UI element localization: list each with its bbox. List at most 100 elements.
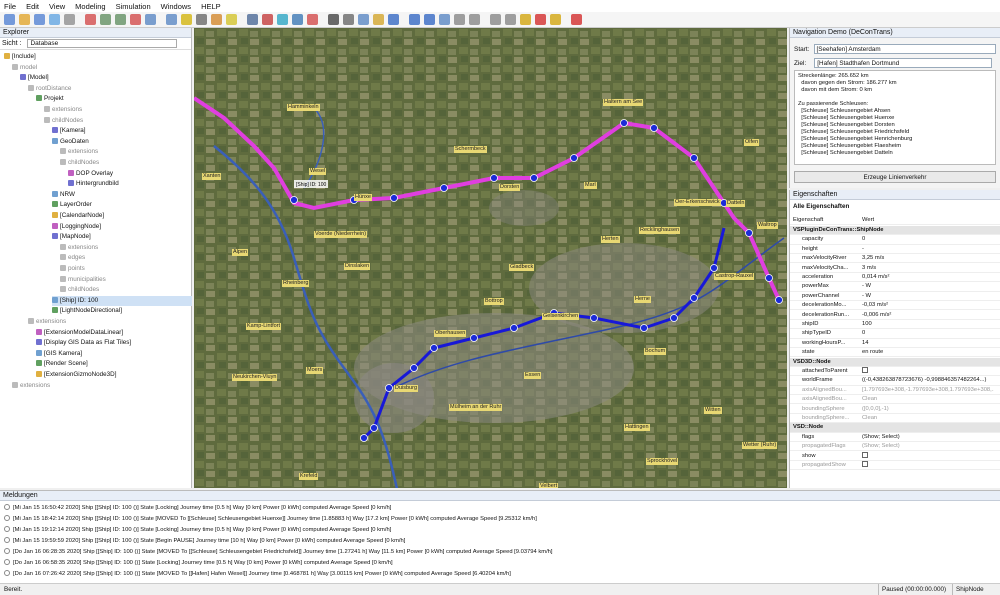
property-row[interactable]: height -	[790, 245, 1000, 254]
view-select[interactable]: Database	[27, 39, 178, 48]
lock-marker-icon[interactable]	[710, 264, 718, 272]
lock-marker-icon[interactable]	[570, 154, 578, 162]
property-row[interactable]: maxVelocityRiver 3,25 m/s	[790, 254, 1000, 264]
toolbar-tool-icon[interactable]	[550, 14, 561, 25]
toolbar-tool-icon[interactable]	[490, 14, 501, 25]
property-row[interactable]: state en route	[790, 348, 1000, 358]
property-row[interactable]: show	[790, 451, 1000, 461]
property-value[interactable]: -	[862, 245, 994, 254]
property-value[interactable]: Clean	[862, 395, 994, 404]
property-value[interactable]: - W	[862, 282, 994, 291]
tree-node[interactable]: NRW	[52, 190, 192, 200]
menu-item-view[interactable]: View	[49, 2, 65, 11]
property-value[interactable]: 0,014 m/s²	[862, 273, 994, 282]
properties-filter[interactable]: Alle Eigenschaften	[793, 203, 849, 210]
toolbar-tool-icon[interactable]	[196, 14, 207, 25]
toolbar-tool-icon[interactable]	[328, 14, 339, 25]
property-row[interactable]: shipTypeID 0	[790, 329, 1000, 339]
toolbar-tool-icon[interactable]	[520, 14, 531, 25]
tree-node[interactable]: extensions	[12, 381, 192, 391]
lock-marker-icon[interactable]	[775, 296, 783, 304]
tree-node[interactable]: [Model]	[20, 73, 192, 83]
property-row[interactable]: acceleration 0,014 m/s²	[790, 273, 1000, 283]
property-row[interactable]: decelerationRun... -0,006 m/s²	[790, 311, 1000, 320]
tree-node[interactable]: [ExtensionGizmoNode3D]	[36, 370, 192, 380]
toolbar-tool-icon[interactable]	[343, 14, 354, 25]
toolbar-tool-icon[interactable]	[388, 14, 399, 25]
lock-marker-icon[interactable]	[360, 434, 368, 442]
tree-node[interactable]: municipalities	[60, 275, 192, 285]
lock-marker-icon[interactable]	[745, 229, 753, 237]
tree-node[interactable]: [Kamera]	[52, 126, 192, 136]
tree-node[interactable]: [LightNodeDirectional]	[52, 306, 192, 316]
lock-marker-icon[interactable]	[430, 344, 438, 352]
toolbar-tool-icon[interactable]	[277, 14, 288, 25]
property-section[interactable]: VSPluginDeConTrans::ShipNode	[790, 226, 1000, 236]
toolbar-tool-icon[interactable]	[505, 14, 516, 25]
tree-node[interactable]: childNodes	[60, 285, 192, 295]
tree-node[interactable]: [Ship] ID: 100	[52, 295, 192, 306]
lock-marker-icon[interactable]	[470, 334, 478, 342]
ziel-select[interactable]: [Hafen] Stadthafen Dortmund	[814, 58, 993, 68]
lock-marker-icon[interactable]	[510, 324, 518, 332]
property-value[interactable]: -0,03 m/s²	[862, 301, 994, 310]
tree-node[interactable]: model	[12, 63, 192, 73]
lock-marker-icon[interactable]	[690, 294, 698, 302]
property-value[interactable]: (Show; Select)	[862, 433, 994, 442]
property-value[interactable]: -0,006 m/s²	[862, 311, 994, 320]
menu-item-help[interactable]: HELP	[201, 2, 221, 11]
toolbar-tool-icon[interactable]	[439, 14, 450, 25]
lock-marker-icon[interactable]	[385, 384, 393, 392]
property-checkbox[interactable]	[862, 451, 868, 458]
property-row[interactable]: shipID 100	[790, 320, 1000, 330]
toolbar-tool-icon[interactable]	[292, 14, 303, 25]
lock-marker-icon[interactable]	[590, 314, 598, 322]
property-value[interactable]: 3 m/s	[862, 264, 994, 273]
lock-marker-icon[interactable]	[530, 174, 538, 182]
property-row[interactable]: propagatedShow	[790, 461, 1000, 471]
property-row[interactable]: flags (Show; Select)	[790, 433, 1000, 442]
property-row[interactable]: decelerationMo... -0,03 m/s²	[790, 301, 1000, 311]
property-value[interactable]: - W	[862, 292, 994, 301]
toolbar-tool-icon[interactable]	[115, 14, 126, 25]
toolbar-tool-icon[interactable]	[100, 14, 111, 25]
lock-marker-icon[interactable]	[640, 324, 648, 332]
property-value[interactable]: 3,25 m/s	[862, 254, 994, 263]
menu-item-simulation[interactable]: Simulation	[116, 2, 151, 11]
toolbar-tool-icon[interactable]	[130, 14, 141, 25]
property-value[interactable]	[862, 367, 994, 376]
tree-node[interactable]: [MapNode]	[52, 232, 192, 242]
map-view[interactable]: [Ship] ID: 100 Hamminkeln Haltern am See O…	[194, 28, 787, 488]
property-value[interactable]: ((-0,438263878723676) -0,998846357482264…	[862, 376, 994, 385]
property-row[interactable]: attachedToParent	[790, 367, 1000, 377]
menu-item-modeling[interactable]: Modeling	[75, 2, 105, 11]
lock-marker-icon[interactable]	[690, 154, 698, 162]
toolbar-tool-icon[interactable]	[34, 14, 45, 25]
menu-item-file[interactable]: File	[4, 2, 16, 11]
property-row[interactable]: propagatedFlags (Show; Select)	[790, 442, 1000, 452]
toolbar-tool-icon[interactable]	[181, 14, 192, 25]
tree-node[interactable]: extensions	[60, 147, 192, 157]
create-line-button[interactable]: Erzeuge Linienverkehr	[794, 171, 996, 183]
tree-node[interactable]: GeoDaten	[52, 137, 192, 147]
tree-node[interactable]: childNodes	[44, 116, 192, 126]
tree-node[interactable]: Hintergrundbild	[68, 179, 192, 189]
toolbar-tool-icon[interactable]	[211, 14, 222, 25]
property-row[interactable]: axisAlignedBou... [1.797693e+308,-1.79769…	[790, 386, 1000, 395]
tree-node[interactable]: [LoggingNode]	[52, 222, 192, 232]
property-section[interactable]: VSD3D::Node	[790, 357, 1000, 367]
start-select[interactable]: [Seehafen] Amsterdam	[813, 44, 996, 54]
lock-marker-icon[interactable]	[670, 314, 678, 322]
toolbar-tool-icon[interactable]	[19, 14, 30, 25]
lock-marker-icon[interactable]	[650, 124, 658, 132]
tree-node[interactable]: childNodes	[60, 158, 192, 168]
lock-marker-icon[interactable]	[620, 119, 628, 127]
property-value[interactable]: 100	[862, 320, 994, 329]
tree-node[interactable]: [Render Scene]	[36, 359, 192, 369]
lock-marker-icon[interactable]	[440, 184, 448, 192]
tree-node[interactable]: extensions	[44, 105, 192, 115]
tree-node[interactable]: [ExtensionModelDataLinear]	[36, 328, 192, 338]
property-value[interactable]: en route	[862, 348, 994, 357]
toolbar-tool-icon[interactable]	[373, 14, 384, 25]
toolbar-tool-icon[interactable]	[409, 14, 420, 25]
